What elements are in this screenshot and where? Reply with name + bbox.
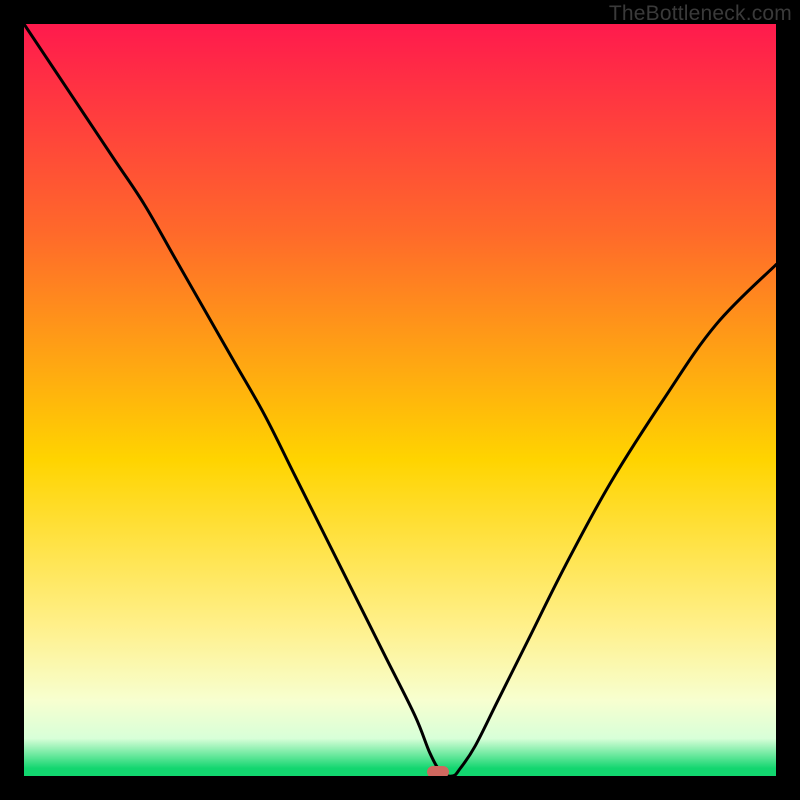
bottleneck-curve — [24, 24, 776, 776]
optimum-marker — [427, 766, 449, 776]
chart-canvas: TheBottleneck.com — [0, 0, 800, 800]
plot-area — [24, 24, 776, 776]
watermark-label: TheBottleneck.com — [609, 2, 792, 26]
